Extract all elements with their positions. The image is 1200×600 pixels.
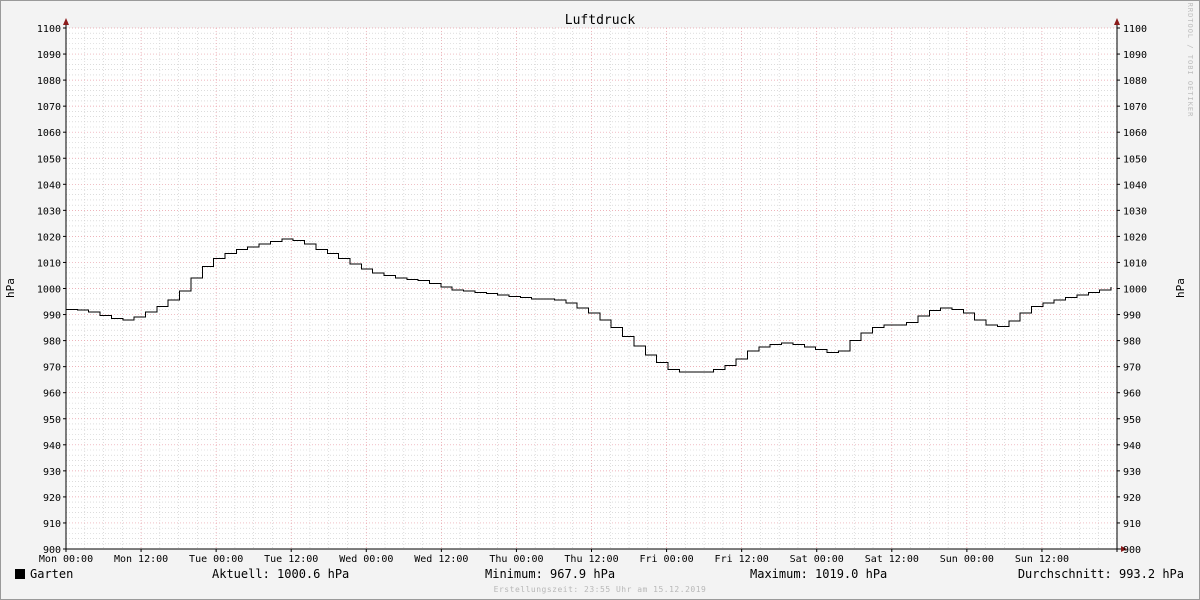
y-tick-label-left: 980 xyxy=(43,337,61,348)
y-tick-label-right: 960 xyxy=(1123,389,1141,400)
x-tick-label: Wed 12:00 xyxy=(414,554,468,565)
y-tick-label-left: 1100 xyxy=(37,24,61,35)
y-axis-label-left: hPa xyxy=(4,278,17,298)
y-tick-label-left: 990 xyxy=(43,311,61,322)
y-tick-label-right: 910 xyxy=(1123,519,1141,530)
x-tick-label: Thu 12:00 xyxy=(564,554,618,565)
y-tick-label-right: 1010 xyxy=(1123,258,1147,269)
y-tick-label-left: 1010 xyxy=(37,258,61,269)
y-tick-label-right: 1100 xyxy=(1123,24,1147,35)
x-tick-labels: Mon 00:00 Mon 12:00 Tue 00:00 Tue 12:00 Wed … xyxy=(39,554,1069,565)
legend-average: Durchschnitt: 993.2 hPa xyxy=(1017,567,1184,581)
y-tick-label-left: 960 xyxy=(43,389,61,400)
x-tick-label: Mon 00:00 xyxy=(39,554,93,565)
grid xyxy=(65,27,1118,550)
x-tick-label: Fri 12:00 xyxy=(715,554,769,565)
y-tick-label-left: 1070 xyxy=(37,102,61,113)
y-tick-label-right: 940 xyxy=(1123,441,1141,452)
y-tick-label-right: 1070 xyxy=(1123,102,1147,113)
y-tick-label-right: 980 xyxy=(1123,337,1141,348)
y-axis-arrow-right xyxy=(1114,18,1120,25)
x-tick-label: Fri 00:00 xyxy=(639,554,693,565)
y-tick-label-right: 1050 xyxy=(1123,154,1147,165)
y-axis-label-right: hPa xyxy=(1174,278,1187,298)
rrdtool-watermark: RRDTOOL / TOBI OETIKER xyxy=(1186,3,1194,118)
y-tick-label-left: 920 xyxy=(43,493,61,504)
y-tick-label-right: 1040 xyxy=(1123,180,1147,191)
y-tick-label-right: 1090 xyxy=(1123,50,1147,61)
legend-series-label: Garten xyxy=(30,567,74,581)
legend-item-garten: Garten xyxy=(15,567,73,581)
y-tick-label-right: 950 xyxy=(1123,415,1141,426)
y-tick-label-right: 1080 xyxy=(1123,76,1147,87)
y-tick-label-right: 970 xyxy=(1123,363,1141,374)
y-tick-label-left: 1060 xyxy=(37,128,61,139)
x-tick-label: Thu 00:00 xyxy=(489,554,543,565)
y-tick-labels-left: 9009109209309409509609709809901000101010… xyxy=(37,24,61,556)
y-tick-label-left: 940 xyxy=(43,441,61,452)
y-tick-label-right: 1030 xyxy=(1123,206,1147,217)
y-tick-label-right: 1020 xyxy=(1123,232,1147,243)
x-tick-label: Tue 12:00 xyxy=(264,554,318,565)
y-axis-arrow-left xyxy=(63,18,69,25)
y-tick-label-left: 1080 xyxy=(37,76,61,87)
y-tick-label-left: 950 xyxy=(43,415,61,426)
y-tick-label-right: 920 xyxy=(1123,493,1141,504)
x-tick-label: Sat 12:00 xyxy=(865,554,919,565)
x-tick-label: Mon 12:00 xyxy=(114,554,168,565)
y-tick-label-left: 1020 xyxy=(37,232,61,243)
x-tick-label: Wed 00:00 xyxy=(339,554,393,565)
chart-title: Luftdruck xyxy=(565,13,636,28)
legend-maximum: Maximum: 1019.0 hPa xyxy=(750,567,888,581)
x-tick-label: Sun 12:00 xyxy=(1015,554,1069,565)
y-tick-label-left: 1090 xyxy=(37,50,61,61)
y-tick-label-left: 970 xyxy=(43,363,61,374)
x-tick-label: Sun 00:00 xyxy=(940,554,994,565)
y-tick-label-left: 1040 xyxy=(37,180,61,191)
y-tick-label-right: 930 xyxy=(1123,467,1141,478)
legend-current-value: Aktuell: 1000.6 hPa xyxy=(212,567,350,581)
pressure-chart: 900 910 920 930 940 950 960 970 980 990 1000 1010 10… xyxy=(4,3,1194,594)
x-tick-label: Tue 00:00 xyxy=(189,554,243,565)
y-tick-label-right: 990 xyxy=(1123,311,1141,322)
y-tick-label-right: 1060 xyxy=(1123,128,1147,139)
x-tick-label: Sat 00:00 xyxy=(790,554,844,565)
y-tick-label-left: 1000 xyxy=(37,285,61,296)
legend-minimum: Minimum: 967.9 hPa xyxy=(485,567,616,581)
y-tick-label-right: 900 xyxy=(1123,545,1141,556)
y-tick-label-left: 1050 xyxy=(37,154,61,165)
y-tick-label-right: 1000 xyxy=(1123,285,1147,296)
y-tick-label-left: 910 xyxy=(43,519,61,530)
y-tick-labels-right: 900 910 920 930 940 950 960 970 980 990 1000 1010 10… xyxy=(1123,24,1147,556)
y-tick-label-left: 930 xyxy=(43,467,61,478)
y-tick-label-left: 1030 xyxy=(37,206,61,217)
creation-time-note: Erstellungszeit: 23:55 Uhr am 15.12.2019 xyxy=(494,585,707,594)
legend-swatch xyxy=(15,569,25,579)
